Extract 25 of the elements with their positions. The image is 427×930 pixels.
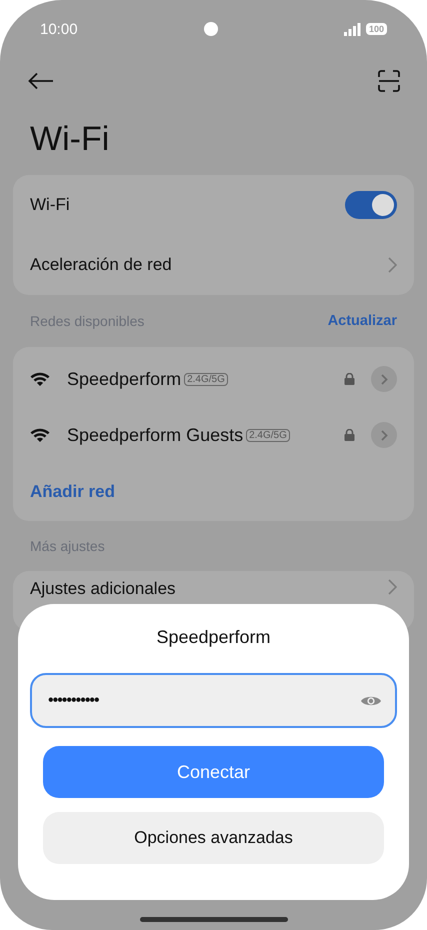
password-field[interactable]: •••••••••••: [30, 673, 397, 728]
setting-label: Aceleración de red: [30, 255, 172, 275]
chevron-icon: [388, 579, 397, 595]
page-title: Wi-Fi: [30, 119, 110, 160]
chevron-icon: [380, 374, 388, 384]
network-name[interactable]: Speedperform Guests: [67, 424, 244, 446]
network-name[interactable]: Speedperform: [67, 368, 182, 390]
band-tag: 2.4G/5G: [246, 428, 290, 442]
wifi-toggle[interactable]: [345, 191, 397, 219]
options-button[interactable]: Opciones avanzadas: [43, 812, 384, 864]
chevron-icon: [380, 430, 388, 440]
back-arrow-icon[interactable]: [28, 72, 54, 90]
camera-hole-icon: [204, 22, 218, 36]
dialog-title: Speedperform: [156, 627, 271, 648]
status-time: 10:00: [40, 20, 78, 38]
scan-icon[interactable]: [378, 70, 400, 92]
connect-button[interactable]: Conectar: [43, 746, 384, 798]
chevron-icon: [388, 257, 397, 273]
band-tag: 2.4G/5G: [184, 372, 228, 386]
battery-level: 100: [366, 23, 387, 35]
setting-label[interactable]: Ajustes adicionales: [30, 579, 176, 599]
wifi-signal-icon: [30, 427, 50, 443]
wifi-signal-icon: [30, 371, 50, 387]
setting-label: Wi-Fi: [30, 195, 70, 215]
signal-icon: [344, 22, 361, 36]
